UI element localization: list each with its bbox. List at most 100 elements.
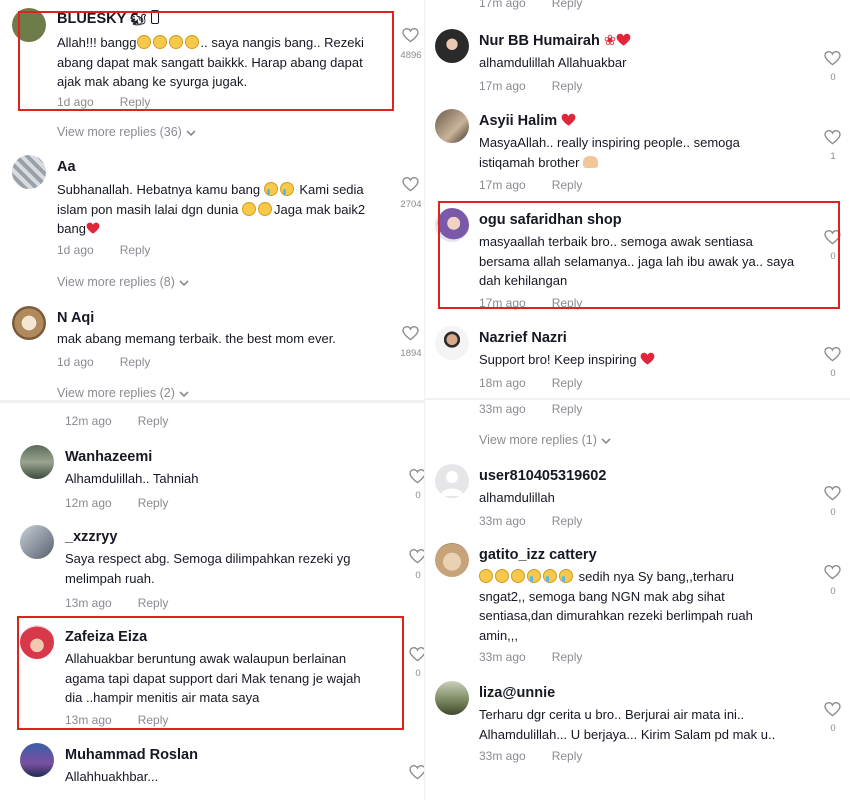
- reply-button[interactable]: Reply: [552, 402, 583, 416]
- reply-button[interactable]: Reply: [552, 749, 583, 763]
- avatar[interactable]: [12, 306, 46, 340]
- sad-face-icon: [495, 569, 509, 583]
- like-heart-icon[interactable]: [824, 347, 841, 362]
- view-more-replies-button[interactable]: View more replies (8): [57, 275, 189, 289]
- like-heart-icon[interactable]: [824, 702, 841, 717]
- panel-separator: [425, 398, 850, 400]
- crying-face-icon: [527, 569, 541, 583]
- reply-button[interactable]: Reply: [552, 0, 583, 10]
- view-more-replies-button[interactable]: View more replies (1): [479, 433, 611, 447]
- comment-text: Terharu dgr cerita u bro.. Berjurai air …: [479, 707, 776, 742]
- like-heart-icon[interactable]: [409, 647, 425, 662]
- reply-button[interactable]: Reply: [138, 496, 169, 510]
- comment-time: 17m ago: [479, 79, 526, 93]
- avatar[interactable]: [20, 525, 54, 559]
- comment-meta: 17m ago Reply: [479, 0, 582, 10]
- reply-button[interactable]: Reply: [552, 376, 583, 390]
- like-heart-icon[interactable]: [824, 486, 841, 501]
- comment-meta: 33m ago Reply: [479, 650, 582, 664]
- reply-button[interactable]: Reply: [138, 596, 169, 610]
- avatar[interactable]: [20, 445, 54, 479]
- crying-face-icon: [559, 569, 573, 583]
- red-heart-icon: [616, 33, 631, 46]
- highlight-box: [17, 616, 404, 730]
- reply-button[interactable]: Reply: [120, 243, 151, 257]
- default-user-icon: [440, 471, 464, 496]
- comment-meta: 1d ago Reply: [57, 355, 150, 369]
- comment-time: 17m ago: [479, 0, 526, 10]
- like-heart-icon[interactable]: [402, 326, 419, 341]
- avatar[interactable]: [435, 326, 469, 360]
- comment-meta: 1d ago Reply: [57, 243, 150, 257]
- view-more-replies-button[interactable]: View more replies (2): [57, 386, 189, 400]
- reply-button[interactable]: Reply: [138, 414, 169, 428]
- comment-time: 33m ago: [479, 650, 526, 664]
- comment-time: 13m ago: [65, 596, 112, 610]
- comment-username[interactable]: Nur BB Humairah ❀: [479, 33, 631, 49]
- sad-face-icon: [511, 569, 525, 583]
- avatar[interactable]: [435, 29, 469, 63]
- comment-text: Saya respect abg. Semoga dilimpahkan rez…: [65, 551, 351, 586]
- like-heart-icon[interactable]: [402, 177, 419, 192]
- avatar[interactable]: [435, 464, 469, 498]
- comment-username[interactable]: gatito_izz cattery: [479, 547, 597, 563]
- view-more-replies-button[interactable]: View more replies (36): [57, 125, 196, 139]
- reply-button[interactable]: Reply: [552, 79, 583, 93]
- comment-text: Subhanallah. Hebatnya kamu bang Kami sed…: [57, 182, 366, 236]
- avatar[interactable]: [435, 543, 469, 577]
- like-heart-icon[interactable]: [409, 765, 425, 780]
- comment-meta: 17m ago Reply: [479, 178, 582, 192]
- sad-face-icon: [479, 569, 493, 583]
- reply-button[interactable]: Reply: [120, 355, 151, 369]
- comment-username[interactable]: Wanhazeemi: [65, 449, 152, 465]
- reply-button[interactable]: Reply: [552, 514, 583, 528]
- like-count: 2704: [400, 199, 422, 210]
- chevron-down-icon: [186, 130, 196, 136]
- avatar[interactable]: [12, 155, 46, 189]
- chevron-down-icon: [179, 280, 189, 286]
- red-heart-icon: [86, 222, 100, 234]
- comment-meta: 13m ago Reply: [65, 596, 168, 610]
- comment-meta: 12m ago Reply: [65, 414, 168, 428]
- comment-username[interactable]: N Aqi: [57, 310, 94, 326]
- avatar[interactable]: [20, 743, 54, 777]
- like-heart-icon[interactable]: [409, 549, 425, 564]
- comment-text: sedih nya Sy bang,,terharu sngat2,, semo…: [479, 569, 753, 643]
- avatar[interactable]: [435, 109, 469, 143]
- like-count: 0: [830, 723, 836, 734]
- comment-meta: 12m ago Reply: [65, 496, 168, 510]
- comment-time: 33m ago: [479, 514, 526, 528]
- like-count: 1: [830, 151, 836, 162]
- comment-username[interactable]: Asyii Halim: [479, 113, 576, 129]
- like-count: 0: [830, 586, 836, 597]
- comment-username[interactable]: liza@unnie: [479, 685, 555, 701]
- comment-meta: 18m ago Reply: [479, 376, 582, 390]
- reply-button[interactable]: Reply: [552, 178, 583, 192]
- like-count: 1894: [400, 348, 422, 359]
- comment-time: 33m ago: [479, 749, 526, 763]
- comment-text: mak abang memang terbaik. the best mom e…: [57, 331, 336, 346]
- comment-username[interactable]: Muhammad Roslan: [65, 747, 198, 763]
- comments-panel-right: 17m ago Reply Nur BB Humairah ❀ alhamduli…: [425, 0, 850, 800]
- comment-meta: 33m ago Reply: [479, 402, 582, 416]
- like-heart-icon[interactable]: [824, 565, 841, 580]
- comment-username[interactable]: _xzzryy: [65, 529, 117, 545]
- comment-username[interactable]: Aa: [57, 159, 76, 175]
- like-heart-icon[interactable]: [402, 28, 419, 43]
- like-count: 0: [830, 507, 836, 518]
- crying-face-icon: [263, 182, 278, 196]
- comment-text: alhamdulillah Allahuakbar: [479, 55, 627, 70]
- avatar[interactable]: [435, 681, 469, 715]
- reply-button[interactable]: Reply: [552, 650, 583, 664]
- comment-text: Support bro! Keep inspiring: [479, 350, 819, 370]
- comments-panel-top-left: BLUESKY 🐿 Allah!!! bangg.. saya nangis b…: [0, 0, 425, 400]
- like-heart-icon[interactable]: [824, 51, 841, 66]
- like-heart-icon[interactable]: [824, 130, 841, 145]
- comment-username[interactable]: Nazrief Nazri: [479, 330, 567, 346]
- sad-face-icon: [258, 201, 273, 216]
- chevron-down-icon: [179, 391, 189, 397]
- comment-username[interactable]: user810405319602: [479, 468, 606, 484]
- comment-text: Alhamdulillah.. Tahniah: [65, 471, 199, 486]
- like-heart-icon[interactable]: [409, 469, 425, 484]
- comment-text: Allahhuakhbar...: [65, 769, 159, 784]
